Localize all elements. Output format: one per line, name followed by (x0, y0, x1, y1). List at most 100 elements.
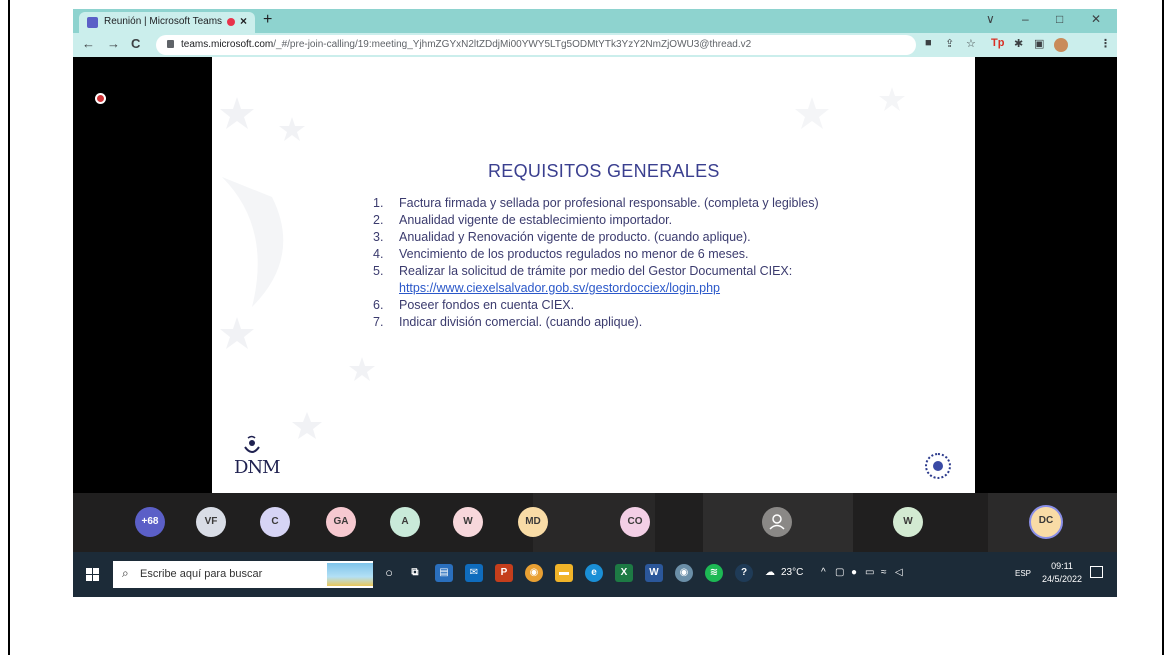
participants-strip: +68 VF C GA A W MD CO W DC (73, 493, 1117, 552)
cortana-icon[interactable]: ○ (380, 564, 398, 582)
address-bar[interactable]: teams.microsoft.com/_#/pre-join-calling/… (156, 35, 916, 55)
slide-title: REQUISITOS GENERALES (488, 161, 720, 181)
item-text: Anualidad y Renovación vigente de produc… (399, 230, 751, 244)
item-text: Poseer fondos en cuenta CIEX. (399, 298, 575, 312)
windows-taskbar: ⌕ Escribe aquí para buscar ○ ⧉ ▤ ✉ P ◉ ▬… (73, 552, 1117, 597)
menu-kebab-icon[interactable]: ⋮ (1100, 37, 1111, 50)
search-highlight-illustration (327, 563, 373, 586)
browser-toolbar: ← → C teams.microsoft.com/_#/pre-join-ca… (73, 33, 1117, 57)
right-frame-line (1162, 0, 1164, 655)
forward-button[interactable]: → (107, 36, 120, 51)
chrome-icon[interactable]: ◉ (525, 564, 543, 582)
government-seal-icon (925, 453, 951, 479)
dnm-logo-mark (244, 435, 260, 453)
tab-close-button[interactable]: × (240, 14, 247, 28)
requirement-item: 7. Indicar división comercial. (cuando ap… (359, 314, 839, 331)
spotify-icon[interactable]: ≋ (705, 564, 723, 582)
weather-temp[interactable]: 23°C (781, 567, 803, 578)
microphone-icon[interactable]: ● (851, 567, 857, 578)
participant-avatar-active[interactable]: DC (1029, 505, 1063, 539)
recording-indicator (95, 93, 106, 104)
participant-avatar[interactable]: GA (326, 507, 356, 537)
participant-avatar[interactable]: +68 (135, 507, 165, 537)
notification-icon[interactable] (1090, 566, 1103, 578)
camera-icon[interactable]: ■ (925, 37, 932, 49)
chrome-profile-icon[interactable]: ◉ (675, 564, 693, 582)
windows-start-button[interactable] (86, 568, 99, 581)
teams-icon (87, 17, 98, 28)
item-number: 5. (373, 264, 384, 278)
bookmark-star-icon[interactable]: ☆ (966, 37, 976, 50)
url-host: teams.microsoft.com (181, 39, 274, 50)
volume-icon[interactable]: ◁ (895, 567, 903, 578)
requirement-item: 6. Poseer fondos en cuenta CIEX. (359, 297, 839, 314)
item-text: Anualidad vigente de establecimiento imp… (399, 213, 673, 227)
powerpoint-icon[interactable]: P (495, 564, 513, 582)
maximize-button[interactable]: □ (1056, 12, 1063, 26)
item-number: 2. (373, 213, 384, 227)
close-window-button[interactable]: ✕ (1091, 12, 1101, 26)
extension-icon[interactable]: Tp (991, 37, 1004, 49)
meeting-stage: REQUISITOS GENERALES 1. Factura firmada y… (73, 57, 1117, 493)
profile-avatar[interactable] (1054, 38, 1068, 52)
participant-avatar[interactable]: VF (196, 507, 226, 537)
screenshot: Reunión | Microsoft Teams × + ∨ – □ ✕ ← … (73, 9, 1117, 597)
tab-title: Reunión | Microsoft Teams (104, 16, 223, 27)
side-panel-icon[interactable]: ▣ (1034, 37, 1044, 50)
participant-avatar[interactable]: CO (620, 507, 650, 537)
recording-icon (227, 18, 235, 26)
back-button[interactable]: ← (82, 36, 95, 51)
store-icon[interactable]: ▤ (435, 564, 453, 582)
requirement-item: 5. Realizar la solicitud de trámite por m… (359, 263, 839, 297)
item-text: Factura firmada y sellada por profesiona… (399, 196, 819, 210)
search-placeholder: Escribe aquí para buscar (140, 568, 263, 580)
participant-avatar[interactable]: W (453, 507, 483, 537)
requirement-item: 4. Vencimiento de los productos regulados… (359, 246, 839, 263)
edge-icon[interactable]: e (585, 564, 603, 582)
wifi-icon[interactable]: ≈ (881, 567, 887, 578)
item-number: 1. (373, 196, 384, 210)
search-icon: ⌕ (122, 566, 129, 580)
battery-icon[interactable]: ▭ (865, 567, 874, 578)
chevron-up-icon[interactable]: ^ (821, 567, 826, 578)
participant-avatar[interactable]: A (390, 507, 420, 537)
url-text: teams.microsoft.com/_#/pre-join-calling/… (181, 39, 751, 50)
reload-button[interactable]: C (131, 36, 140, 51)
lock-icon (167, 40, 174, 48)
browser-tab-strip: Reunión | Microsoft Teams × + ∨ – □ ✕ (73, 9, 1117, 33)
mail-icon[interactable]: ✉ (465, 564, 483, 582)
item-text: Realizar la solicitud de trámite por med… (399, 264, 793, 278)
share-icon[interactable]: ⇪ (945, 37, 954, 50)
word-icon[interactable]: W (645, 564, 663, 582)
requirements-list: 1. Factura firmada y sellada por profesio… (359, 195, 839, 331)
item-number: 6. (373, 298, 384, 312)
extensions-puzzle-icon[interactable]: ✱ (1014, 37, 1023, 50)
participant-avatar[interactable]: W (893, 507, 923, 537)
file-explorer-icon[interactable]: ▬ (555, 564, 573, 582)
excel-icon[interactable]: X (615, 564, 633, 582)
taskbar-search-box[interactable]: ⌕ Escribe aquí para buscar (113, 561, 373, 588)
language-indicator[interactable]: ESP (1015, 569, 1031, 578)
requirement-item: 3. Anualidad y Renovación vigente de prod… (359, 229, 839, 246)
participant-avatar[interactable] (762, 507, 792, 537)
minimize-button[interactable]: – (1022, 12, 1029, 26)
ciex-link[interactable]: https://www.ciexelsalvador.gob.sv/gestor… (399, 281, 720, 295)
url-path: /_#/pre-join-calling/19:meeting_YjhmZGYx… (273, 39, 752, 50)
new-tab-button[interactable]: + (263, 11, 272, 29)
task-view-icon[interactable]: ⧉ (406, 564, 424, 582)
camera-tray-icon[interactable]: ▢ (835, 567, 844, 578)
taskbar-clock[interactable]: 09:11 24/5/2022 (1042, 560, 1082, 586)
participant-avatar[interactable]: MD (518, 507, 548, 537)
help-icon[interactable]: ? (735, 564, 753, 582)
weather-icon[interactable]: ☁ (765, 567, 775, 578)
tab-search-icon[interactable]: ∨ (986, 12, 995, 26)
left-frame-line (8, 0, 10, 655)
item-text: Vencimiento de los productos regulados n… (399, 247, 749, 261)
person-icon (769, 514, 785, 530)
dnm-logo: DNM (234, 435, 281, 479)
item-text: Indicar división comercial. (cuando apli… (399, 315, 643, 329)
clock-time: 09:11 (1051, 561, 1073, 571)
browser-tab[interactable]: Reunión | Microsoft Teams × (79, 12, 255, 33)
clock-date: 24/5/2022 (1042, 574, 1083, 584)
participant-avatar[interactable]: C (260, 507, 290, 537)
